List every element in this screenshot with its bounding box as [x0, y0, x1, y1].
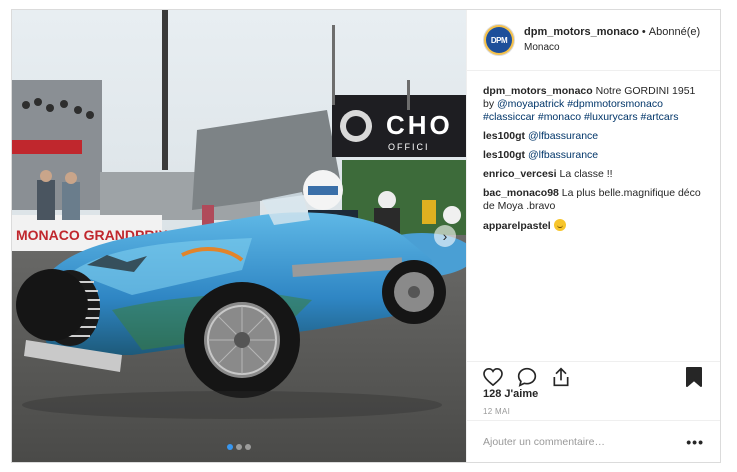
share-button[interactable] — [549, 365, 573, 389]
comment-item: enrico_vercesi La classe !! — [483, 168, 704, 181]
comment-item: les100gt @lfbassurance — [483, 149, 704, 162]
add-comment-section: ••• — [467, 420, 720, 462]
smiley-emoji-icon — [553, 219, 566, 231]
post-location[interactable]: Monaco — [524, 40, 700, 55]
comment-username[interactable]: les100gt — [483, 149, 525, 161]
follow-status[interactable]: Abonné(e) — [649, 26, 700, 38]
header-top-line: dpm_motors_monaco • Abonné(e) — [524, 25, 700, 40]
carousel-dot — [236, 444, 242, 450]
chevron-right-icon: › — [442, 228, 448, 244]
comment-item: apparelpastel — [483, 219, 704, 233]
post-image[interactable]: CHO OFFICI MONACO GRANDPRIX › — [12, 10, 466, 462]
banner-chopard-text: CHO — [386, 110, 453, 140]
post-date[interactable]: 12 MAI — [483, 407, 510, 416]
comment-username[interactable]: les100gt — [483, 130, 525, 142]
save-button[interactable] — [682, 365, 706, 389]
comment-mention[interactable]: @lfbassurance — [528, 149, 598, 161]
post-details-panel: DPM dpm_motors_monaco • Abonné(e) Monaco d… — [466, 10, 720, 462]
carousel-dot — [245, 444, 251, 450]
comment-item: bac_monaco98 La plus belle.magnifique dé… — [483, 187, 704, 213]
comment-button[interactable] — [515, 365, 539, 389]
author-username[interactable]: dpm_motors_monaco — [524, 26, 639, 38]
carousel-dot — [227, 444, 233, 450]
comment-username[interactable]: apparelpastel — [483, 220, 551, 232]
header-text: dpm_motors_monaco • Abonné(e) Monaco — [524, 25, 700, 55]
comment-mention[interactable]: @lfbassurance — [528, 130, 598, 142]
banner-official-text: OFFICI — [388, 142, 430, 152]
bookmark-icon — [686, 366, 702, 387]
caption-username[interactable]: dpm_motors_monaco — [483, 85, 593, 97]
post-header: DPM dpm_motors_monaco • Abonné(e) Monaco — [467, 10, 720, 71]
caption-mention[interactable]: @moyapatrick — [497, 98, 564, 110]
race-car-photo: CHO OFFICI MONACO GRANDPRIX — [12, 10, 466, 462]
comment-item: les100gt @lfbassurance — [483, 130, 704, 143]
like-button[interactable] — [481, 365, 505, 389]
heart-icon — [483, 367, 503, 386]
post-actions-bar — [467, 361, 720, 391]
comment-text: La classe !! — [559, 168, 613, 180]
comment-username[interactable]: enrico_vercesi — [483, 168, 557, 180]
likes-count[interactable]: 128 J'aime — [483, 388, 538, 400]
comments-list: dpm_motors_monaco Notre GORDINI 1951 by … — [467, 71, 720, 462]
post-caption: dpm_motors_monaco Notre GORDINI 1951 by … — [483, 85, 704, 124]
carousel-next-button[interactable]: › — [434, 225, 456, 247]
comment-input[interactable] — [483, 435, 687, 448]
avatar[interactable]: DPM — [483, 24, 515, 56]
header-separator: • — [641, 26, 646, 38]
comment-username[interactable]: bac_monaco98 — [483, 187, 559, 199]
more-options-button[interactable]: ••• — [686, 434, 704, 450]
comment-bubble-icon — [517, 367, 537, 387]
instagram-post: CHO OFFICI MONACO GRANDPRIX › DPM dpm_mo… — [11, 9, 721, 463]
share-icon — [553, 366, 569, 386]
avatar-logo: DPM — [486, 27, 512, 53]
carousel-indicator — [12, 444, 466, 450]
